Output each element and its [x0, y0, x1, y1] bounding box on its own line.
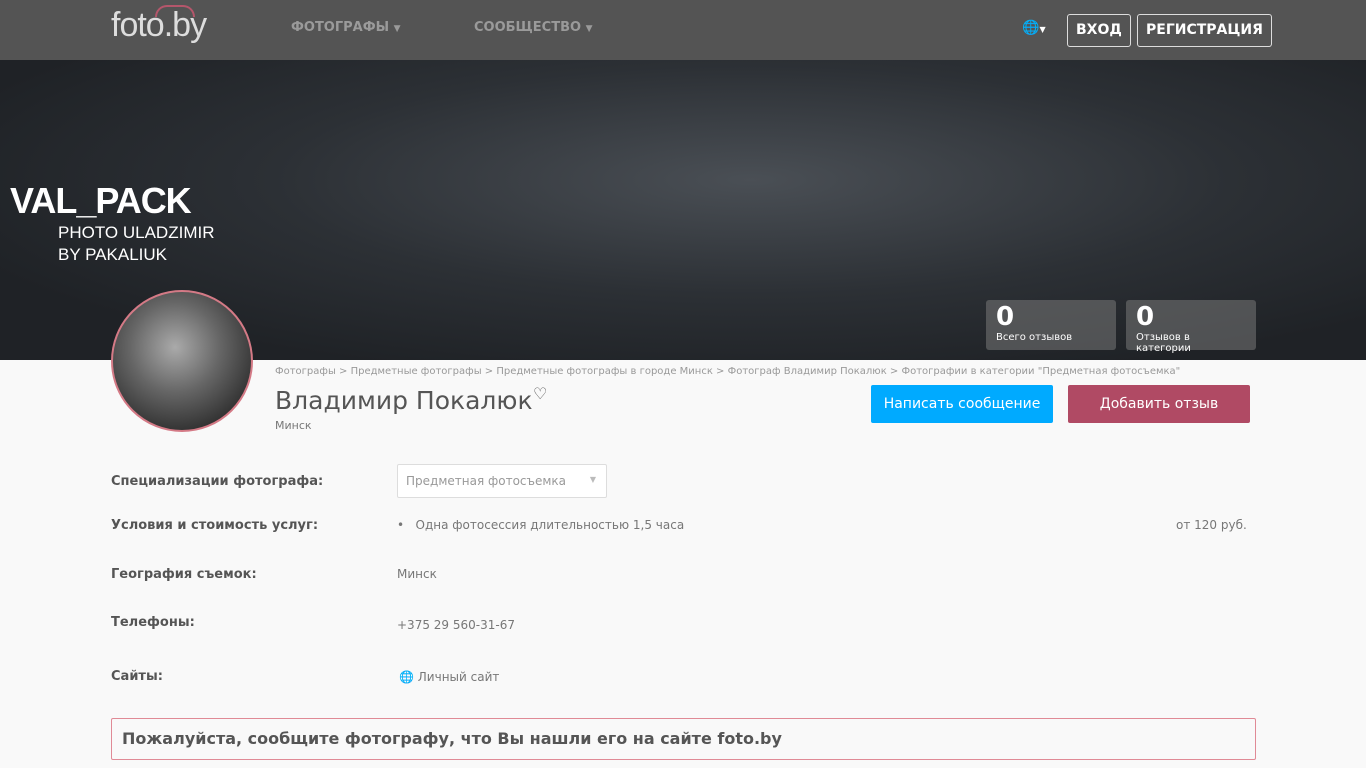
- personal-site-link[interactable]: 🌐 Личный сайт: [399, 670, 499, 684]
- watermark-logo: VAL_PACK PHOTO ULADZIMIR BY PAKALIUK: [10, 180, 214, 266]
- phones-label: Телефоны:: [111, 615, 195, 630]
- register-button[interactable]: РЕГИСТРАЦИЯ: [1137, 14, 1272, 47]
- globe-icon: 🌐: [399, 670, 414, 684]
- notice-banner: Пожалуйста, сообщите фотографу, что Вы н…: [111, 718, 1256, 760]
- caret-down-icon: ▼: [585, 24, 593, 34]
- stat-value: 0: [996, 302, 1015, 332]
- stat-label: Отзывов в категории: [1136, 332, 1191, 354]
- total-reviews-stat: 0 Всего отзывов: [986, 300, 1116, 350]
- geo-value: Минск: [397, 567, 437, 581]
- stat-value: 0: [1136, 302, 1155, 332]
- language-globe-icon[interactable]: 🌐▼: [1022, 20, 1046, 36]
- heart-icon[interactable]: ♡: [533, 384, 547, 403]
- geo-label: География съемок:: [111, 567, 257, 582]
- breadcrumb[interactable]: Фотографы > Предметные фотографы > Предм…: [275, 366, 1180, 377]
- terms-item-text: Одна фотосессия длительностью 1,5 часа: [415, 518, 685, 532]
- category-reviews-stat: 0 Отзывов в категории: [1126, 300, 1256, 354]
- spec-label: Специализации фотографа:: [111, 474, 324, 489]
- terms-label: Условия и стоимость услуг:: [111, 518, 319, 533]
- terms-item: • Одна фотосессия длительностью 1,5 часа: [397, 518, 685, 532]
- caret-down-icon: ▼: [393, 24, 401, 34]
- watermark-line: PHOTO ULADZIMIR: [58, 223, 215, 242]
- nav-community[interactable]: СООБЩЕСТВО ▼: [474, 20, 593, 35]
- watermark-line: VAL_PACK: [10, 180, 192, 221]
- nav-photographers-label: ФОТОГРАФЫ: [291, 20, 390, 35]
- nav-photographers[interactable]: ФОТОГРАФЫ ▼: [291, 20, 401, 35]
- watermark-line: BY PAKALIUK: [58, 245, 167, 264]
- nav-community-label: СООБЩЕСТВО: [474, 20, 582, 35]
- page-title: Владимир Покалюк: [275, 386, 533, 415]
- chevron-down-icon: ▼: [589, 475, 596, 484]
- phone-value: +375 29 560-31-67: [397, 618, 515, 632]
- write-message-button[interactable]: Написать сообщение: [871, 385, 1053, 423]
- add-review-button[interactable]: Добавить отзыв: [1068, 385, 1250, 423]
- top-nav: foto.by ФОТОГРАФЫ ▼ СООБЩЕСТВО ▼ 🌐▼ ВХОД…: [0, 0, 1366, 60]
- specialization-select[interactable]: Предметная фотосъемка ▼: [397, 464, 607, 498]
- login-button[interactable]: ВХОД: [1067, 14, 1131, 47]
- profile-city: Минск: [275, 419, 312, 432]
- site-link-text: Личный сайт: [417, 670, 500, 684]
- sites-label: Сайты:: [111, 669, 163, 684]
- terms-price: от 120 руб.: [1176, 518, 1247, 532]
- avatar: [111, 290, 253, 432]
- logo[interactable]: foto.by: [111, 5, 207, 45]
- specialization-value: Предметная фотосъемка: [406, 474, 567, 488]
- stat-label: Всего отзывов: [996, 332, 1073, 343]
